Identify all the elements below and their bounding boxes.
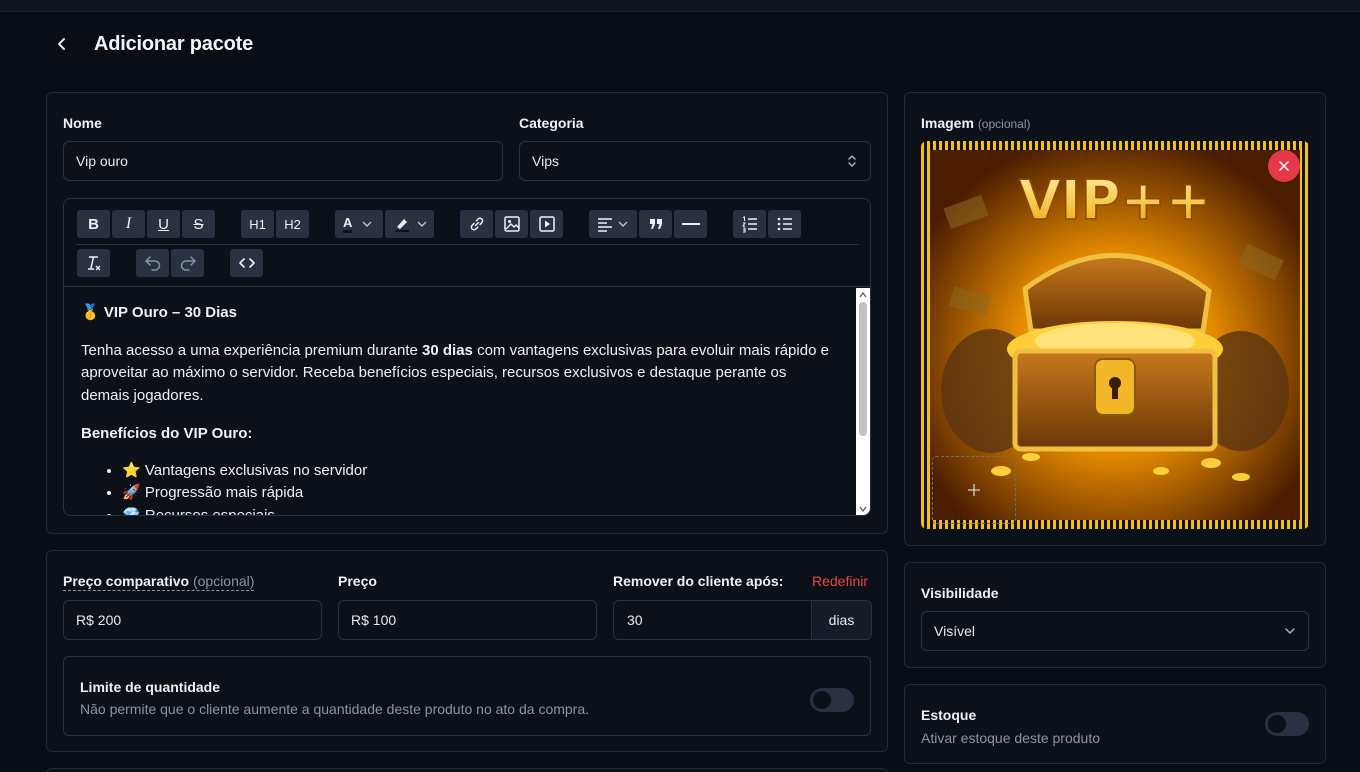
chevron-left-icon bbox=[58, 38, 65, 50]
remove-after-input[interactable]: 30 dias bbox=[613, 600, 872, 640]
redo-button[interactable] bbox=[171, 249, 204, 277]
horizontal-rule-icon bbox=[681, 223, 700, 225]
visibility-card: Visibilidade Visível bbox=[904, 562, 1326, 668]
next-card-edge bbox=[46, 768, 888, 772]
compare-price-label: Preço comparativo (opcional) bbox=[63, 573, 255, 591]
name-input-value: Vip ouro bbox=[76, 153, 128, 169]
scroll-down-arrow-icon[interactable] bbox=[859, 505, 867, 513]
list-item: ⭐ Vantagens exclusivas no servidor bbox=[122, 460, 838, 483]
stock-toggle[interactable] bbox=[1265, 712, 1309, 736]
bullet-list-icon bbox=[777, 217, 792, 231]
close-icon bbox=[1279, 161, 1289, 171]
underline-button[interactable]: U bbox=[147, 210, 180, 238]
quantity-limit-title: Limite de quantidade bbox=[80, 679, 221, 695]
reset-link[interactable]: Redefinir bbox=[812, 573, 868, 589]
stock-card: Estoque Ativar estoque deste produto bbox=[904, 684, 1326, 764]
plus-icon bbox=[968, 484, 980, 496]
star-icon: ⭐ bbox=[122, 461, 141, 479]
chevron-up-down-icon bbox=[848, 155, 856, 167]
scroll-up-arrow-icon[interactable] bbox=[859, 291, 867, 299]
bold-button[interactable]: B bbox=[77, 210, 110, 238]
remove-after-label: Remover do cliente após: bbox=[613, 573, 784, 589]
clear-format-icon bbox=[87, 256, 100, 271]
quantity-limit-toggle[interactable] bbox=[810, 688, 854, 712]
clear-format-button[interactable] bbox=[77, 249, 110, 277]
compare-price-input[interactable]: R$ 200 bbox=[63, 600, 322, 640]
benefits-list: ⭐ Vantagens exclusivas no servidor 🚀 Pro… bbox=[81, 460, 838, 516]
image-button[interactable] bbox=[495, 210, 528, 238]
add-image-slot[interactable] bbox=[932, 456, 1016, 524]
toolbar-divider bbox=[76, 244, 859, 245]
rocket-icon: 🚀 bbox=[122, 484, 141, 501]
name-input[interactable]: Vip ouro bbox=[63, 141, 503, 181]
undo-icon bbox=[144, 256, 160, 271]
horizontal-rule-button[interactable] bbox=[674, 210, 707, 238]
ordered-list-button[interactable] bbox=[733, 210, 766, 238]
visibility-label: Visibilidade bbox=[921, 585, 999, 601]
align-button[interactable] bbox=[589, 210, 637, 238]
medal-icon: 🥇 bbox=[81, 304, 100, 321]
italic-button[interactable]: I bbox=[112, 210, 145, 238]
link-button[interactable] bbox=[460, 210, 493, 238]
align-left-icon bbox=[598, 218, 612, 232]
details-card: Nome Vip ouro Categoria Vips B I U S H1 … bbox=[46, 92, 888, 534]
undo-button[interactable] bbox=[136, 249, 169, 277]
redo-icon bbox=[180, 256, 196, 271]
scrollbar-thumb[interactable] bbox=[859, 302, 867, 436]
price-input[interactable]: R$ 100 bbox=[338, 600, 597, 640]
chevron-down-icon bbox=[362, 221, 372, 227]
toggle-knob bbox=[813, 691, 831, 709]
bullet-list-button[interactable] bbox=[768, 210, 801, 238]
text-color-button[interactable]: A bbox=[335, 210, 383, 238]
price-label: Preço bbox=[338, 573, 377, 589]
chevron-down-icon bbox=[618, 221, 628, 227]
name-label: Nome bbox=[63, 115, 102, 131]
page-title: Adicionar pacote bbox=[94, 32, 254, 55]
top-bar bbox=[0, 0, 1360, 12]
list-item: 🚀 Progressão mais rápida bbox=[122, 482, 838, 505]
content-heading: 🥇 VIP Ouro – 30 Dias bbox=[81, 304, 237, 321]
highlighter-icon bbox=[395, 219, 409, 232]
link-icon bbox=[470, 217, 483, 231]
pricing-card: Preço comparativo (opcional) R$ 200 Preç… bbox=[46, 550, 888, 752]
gem-icon: 💎 bbox=[122, 506, 141, 516]
stock-title: Estoque bbox=[921, 707, 977, 723]
quantity-limit-panel: Limite de quantidade Não permite que o c… bbox=[63, 656, 871, 736]
category-select-value: Vips bbox=[532, 153, 559, 169]
video-icon bbox=[538, 216, 555, 232]
list-item: 💎 Recursos especiais bbox=[122, 505, 838, 516]
heading2-button[interactable]: H2 bbox=[276, 210, 309, 238]
stock-description: Ativar estoque deste produto bbox=[921, 730, 1101, 746]
benefits-title: Benefícios do VIP Ouro: bbox=[81, 425, 253, 442]
strikethrough-button[interactable]: S bbox=[182, 210, 215, 238]
code-view-button[interactable] bbox=[230, 249, 263, 277]
blockquote-button[interactable] bbox=[639, 210, 672, 238]
chevron-down-icon bbox=[1285, 628, 1295, 635]
ordered-list-icon bbox=[741, 216, 757, 233]
highlight-button[interactable] bbox=[385, 210, 434, 238]
image-label: Imagem (opcional) bbox=[921, 115, 1031, 131]
content-paragraph: Tenha acesso a uma experiência premium d… bbox=[81, 341, 829, 404]
editor-scrollbar[interactable] bbox=[856, 288, 870, 515]
rich-text-editor: B I U S H1 H2 A 🥇 VIP Ouro – 30 Dias Ten… bbox=[63, 198, 871, 516]
visibility-select[interactable]: Visível bbox=[921, 611, 1309, 651]
remove-after-unit: dias bbox=[811, 601, 871, 639]
quote-icon bbox=[649, 219, 662, 229]
toggle-knob bbox=[1268, 715, 1286, 733]
page-header: Adicionar pacote bbox=[46, 30, 253, 58]
remove-image-button[interactable] bbox=[1268, 150, 1300, 182]
editor-content[interactable]: 🥇 VIP Ouro – 30 Dias Tenha acesso a uma … bbox=[64, 288, 854, 516]
banner-text: VIP++ bbox=[1019, 169, 1211, 232]
heading1-button[interactable]: H1 bbox=[241, 210, 274, 238]
back-button[interactable] bbox=[46, 30, 78, 58]
chevron-down-icon bbox=[417, 221, 427, 227]
quantity-limit-description: Não permite que o cliente aumente a quan… bbox=[80, 701, 590, 717]
category-select[interactable]: Vips bbox=[519, 141, 871, 181]
video-button[interactable] bbox=[530, 210, 563, 238]
code-icon bbox=[238, 258, 255, 268]
editor-toolbar: B I U S H1 H2 A bbox=[64, 199, 870, 287]
category-label: Categoria bbox=[519, 115, 584, 131]
image-card: Imagem (opcional) VIP++ bbox=[904, 92, 1326, 546]
image-icon bbox=[503, 216, 520, 232]
